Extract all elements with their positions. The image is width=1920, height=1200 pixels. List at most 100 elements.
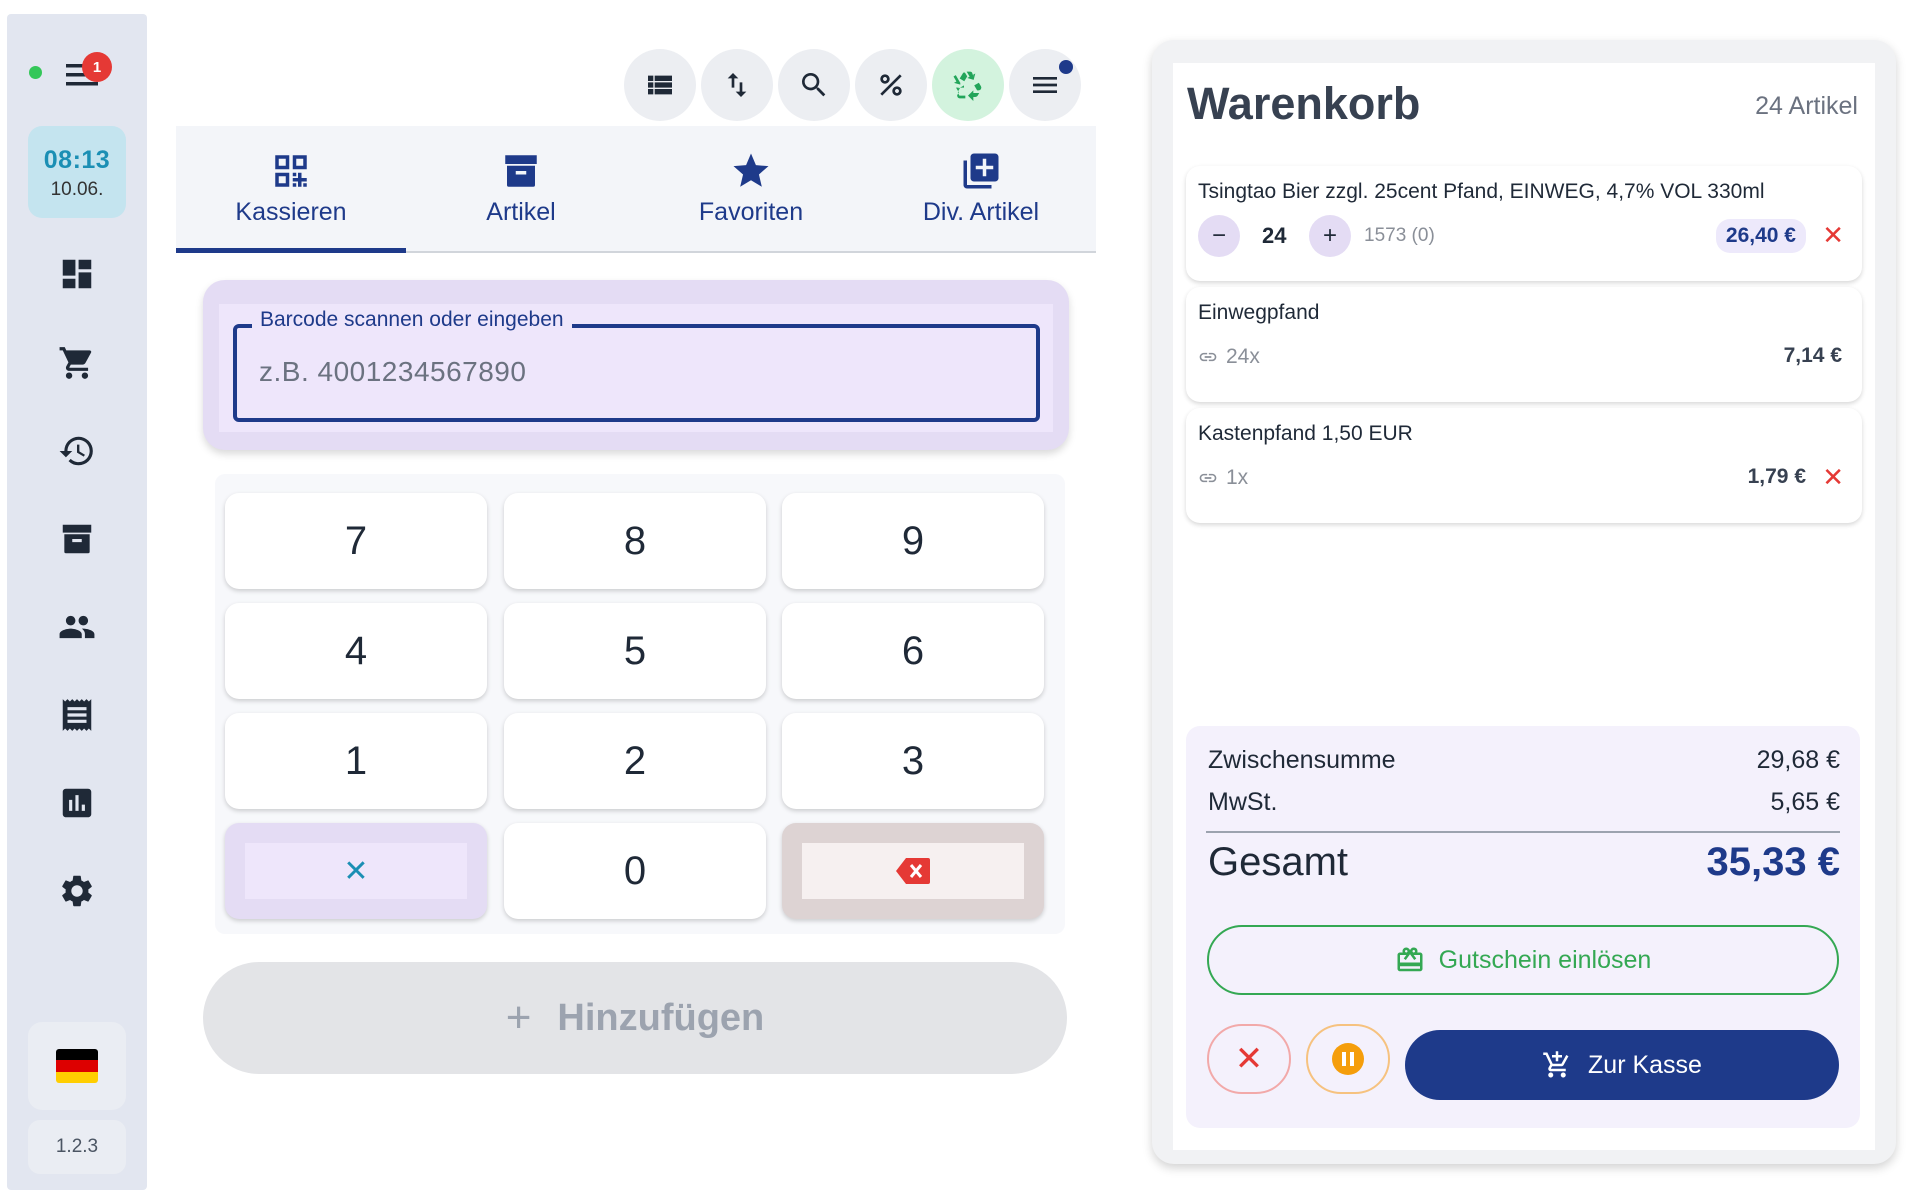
tab-div-artikel[interactable]: Div. Artikel: [866, 126, 1096, 251]
discount-button[interactable]: [855, 49, 927, 121]
clock-widget: 08:13 10.06.: [28, 126, 126, 218]
checkout-button[interactable]: Zur Kasse: [1405, 1030, 1839, 1100]
tax-label: MwSt.: [1208, 788, 1278, 816]
cart-item-name: Kastenpfand 1,50 EUR: [1198, 422, 1413, 445]
subtotal-value: 29,68 €: [1756, 746, 1840, 774]
star-icon: [733, 153, 769, 187]
settings-icon[interactable]: [57, 871, 97, 911]
report-icon[interactable]: [57, 783, 97, 823]
tab-label: Div. Artikel: [922, 198, 1040, 226]
notification-badge: 1: [82, 52, 112, 82]
stock-info: 1573 (0): [1364, 225, 1435, 246]
cancel-sale-button[interactable]: ✕: [1207, 1024, 1291, 1094]
cart-item[interactable]: Kastenpfand 1,50 EUR 1x 1,79 € ✕: [1186, 408, 1862, 523]
redeem-voucher-button[interactable]: Gutschein einlösen: [1207, 925, 1839, 995]
dashboard-icon[interactable]: [57, 254, 97, 294]
cart-item-price: 26,40 €: [1715, 219, 1806, 253]
barcode-label: Barcode scannen oder eingeben: [252, 308, 572, 332]
clear-icon: ✕: [245, 843, 467, 899]
clock-date: 10.06.: [50, 179, 104, 200]
link-icon: [1199, 352, 1217, 362]
language-selector[interactable]: [28, 1022, 126, 1110]
percent-icon: [880, 74, 902, 96]
cart-item-name: Einwegpfand: [1198, 301, 1320, 324]
menu-icon: [1033, 77, 1057, 93]
voucher-label: Gutschein einlösen: [1438, 945, 1652, 974]
list-icon: [648, 75, 672, 95]
key-4[interactable]: 4: [225, 603, 487, 699]
pause-icon: [1332, 1043, 1364, 1075]
tab-artikel[interactable]: Artikel: [406, 126, 636, 251]
remove-item-button[interactable]: ✕: [1822, 462, 1844, 493]
key-1[interactable]: 1: [225, 713, 487, 809]
menu-indicator-dot: [1059, 60, 1073, 74]
list-view-button[interactable]: [624, 49, 696, 121]
park-sale-button[interactable]: [1306, 1024, 1390, 1094]
tab-bar: Kassieren Artikel Favoriten Div. Artikel: [176, 126, 1096, 253]
tab-label: Artikel: [486, 198, 556, 226]
cart-item[interactable]: Tsingtao Bier zzgl. 25cent Pfand, EINWEG…: [1186, 166, 1862, 281]
history-icon[interactable]: [57, 431, 97, 471]
clock-time: 08:13: [43, 146, 111, 174]
recycle-icon: [953, 71, 982, 101]
people-icon[interactable]: [57, 607, 97, 647]
search-icon: [802, 73, 826, 97]
add-button-label: Hinzufügen: [557, 996, 765, 1039]
increase-qty-button[interactable]: +: [1309, 215, 1351, 257]
tab-favoriten[interactable]: Favoriten: [636, 126, 866, 251]
barcode-placeholder: z.B. 4001234567890: [259, 356, 527, 387]
receipt-icon[interactable]: [57, 695, 97, 735]
cart-item-qty: 24: [1262, 223, 1287, 248]
totals-divider: [1206, 831, 1840, 833]
cart-title: Warenkorb: [1187, 78, 1421, 129]
totals-panel: Zwischensumme 29,68 € MwSt. 5,65 € Gesam…: [1186, 726, 1860, 1128]
more-menu-button[interactable]: [1009, 49, 1081, 121]
linked-qty: 1x: [1198, 466, 1248, 490]
tab-kassieren[interactable]: Kassieren: [176, 126, 406, 253]
subtotal-label: Zwischensumme: [1208, 746, 1396, 774]
tax-value: 5,65 €: [1770, 788, 1840, 816]
cart-item-count: 24 Artikel: [1755, 92, 1858, 120]
key-0[interactable]: 0: [504, 823, 766, 919]
qr-code-icon: [275, 155, 307, 187]
key-2[interactable]: 2: [504, 713, 766, 809]
add-button[interactable]: + Hinzufügen: [203, 962, 1067, 1074]
total-label: Gesamt: [1208, 840, 1349, 884]
clear-button[interactable]: ✕: [225, 823, 487, 919]
search-button[interactable]: [778, 49, 850, 121]
online-status-dot: [29, 66, 42, 79]
key-9[interactable]: 9: [782, 493, 1044, 589]
tab-label: Favoriten: [698, 198, 804, 226]
cart-icon[interactable]: [57, 343, 97, 383]
key-3[interactable]: 3: [782, 713, 1044, 809]
add-cart-icon: [1543, 1051, 1569, 1078]
remove-item-button[interactable]: ✕: [1822, 220, 1844, 251]
cart-item-price: 7,14 €: [1783, 344, 1842, 367]
total-value: 35,33 €: [1706, 840, 1840, 884]
add-box-icon: [963, 153, 999, 189]
key-5[interactable]: 5: [504, 603, 766, 699]
archive-icon[interactable]: [57, 519, 97, 559]
cart-item-price: 1,79 €: [1747, 465, 1806, 488]
sort-icon: [727, 73, 747, 97]
backspace-button[interactable]: [782, 823, 1044, 919]
plus-icon: +: [505, 993, 532, 1042]
cart-item-name: Tsingtao Bier zzgl. 25cent Pfand, EINWEG…: [1198, 180, 1765, 203]
linked-qty: 24x: [1198, 345, 1260, 369]
key-7[interactable]: 7: [225, 493, 487, 589]
cart-item[interactable]: Einwegpfand 24x 7,14 €: [1186, 287, 1862, 402]
decrease-qty-button[interactable]: −: [1198, 215, 1240, 257]
key-8[interactable]: 8: [504, 493, 766, 589]
link-icon: [1199, 473, 1217, 483]
barcode-input[interactable]: z.B. 4001234567890: [233, 324, 1040, 422]
key-6[interactable]: 6: [782, 603, 1044, 699]
gift-card-icon: [1397, 947, 1423, 972]
app-version: 1.2.3: [28, 1120, 126, 1174]
sort-button[interactable]: [701, 49, 773, 121]
deposit-return-button[interactable]: [932, 49, 1004, 121]
german-flag-icon: [56, 1049, 98, 1083]
tab-label: Kassieren: [235, 198, 347, 226]
backspace-icon: [896, 858, 930, 884]
archive-icon: [505, 155, 537, 187]
checkout-label: Zur Kasse: [1588, 1050, 1702, 1079]
